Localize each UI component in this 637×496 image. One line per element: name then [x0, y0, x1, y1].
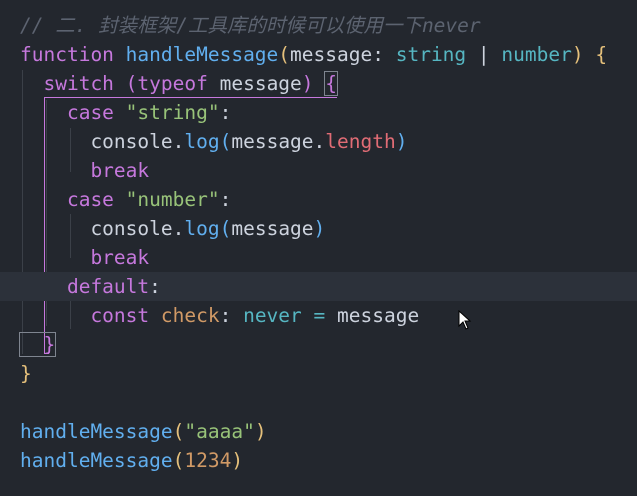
code-token: string [395, 43, 467, 66]
code-line[interactable]: console.log(message.length) [20, 127, 637, 156]
code-token: "aaaa" [184, 420, 255, 443]
code-token: ) [231, 449, 244, 472]
code-token: } [18, 332, 57, 357]
code-token: case [20, 188, 126, 211]
code-line[interactable]: case "number": [20, 185, 637, 214]
code-token: ( [219, 130, 232, 153]
code-editor[interactable]: // 二. 封装框架/工具库的时候可以使用一下never function han… [0, 0, 637, 496]
code-token: handleMessage [125, 43, 279, 66]
code-line[interactable]: console.log(message) [20, 214, 637, 243]
code-token: typeof [137, 72, 220, 95]
code-line[interactable]: switch (typeof message) { [20, 69, 637, 98]
code-token: { [595, 43, 608, 66]
code-token: : [372, 43, 396, 66]
code-token: : [219, 304, 244, 327]
code-token: ) [313, 217, 326, 240]
code-line[interactable]: default: [0, 272, 637, 301]
code-token: "string" [125, 101, 220, 124]
code-token: message [219, 72, 302, 95]
code-line[interactable]: function handleMessage(message: string |… [20, 40, 637, 69]
code-token: break [20, 246, 150, 269]
code-token: message [290, 43, 373, 66]
code-token: ( [172, 420, 185, 443]
code-line[interactable]: break [20, 156, 637, 185]
code-line[interactable]: } [20, 359, 637, 388]
code-token: . [172, 217, 185, 240]
code-token: ( [278, 43, 291, 66]
code-token: : [149, 275, 161, 298]
code-token: switch [20, 72, 126, 95]
code-token: break [20, 159, 150, 182]
code-token: . [172, 130, 185, 153]
code-token: ) [395, 130, 408, 153]
code-token: : [219, 101, 232, 124]
code-line[interactable]: handleMessage("aaaa") [20, 417, 637, 446]
code-token: "number" [125, 188, 220, 211]
code-token: ) [254, 420, 267, 443]
code-line[interactable]: const check: never = message [20, 301, 637, 330]
code-token: case [20, 101, 126, 124]
code-token: = [301, 304, 338, 327]
code-line[interactable]: handleMessage(1234) [20, 446, 637, 475]
code-token: handleMessage [20, 449, 173, 472]
code-line[interactable]: case "string": [20, 98, 637, 127]
code-token: message [231, 130, 314, 153]
mouse-pointer-icon [458, 310, 472, 330]
code-token: } [20, 362, 32, 385]
code-token: | [466, 43, 502, 66]
code-token: number [501, 43, 572, 66]
code-token: console [20, 217, 173, 240]
code-token: ) [301, 72, 326, 95]
code-line[interactable]: break [20, 243, 637, 272]
code-token: check [160, 304, 220, 327]
code-token: // 二. 封装框架/工具库的时候可以使用一下never [20, 14, 481, 37]
code-token: 1234 [184, 449, 232, 472]
code-token: never [243, 304, 302, 327]
code-token: handleMessage [20, 420, 173, 443]
code-token: length [325, 130, 396, 153]
code-token: default [20, 275, 150, 298]
code-token: log [184, 217, 220, 240]
code-line[interactable] [20, 388, 637, 417]
code-token: ( [219, 217, 232, 240]
code-line[interactable]: } [18, 330, 637, 359]
code-token: message [337, 304, 420, 327]
code-token: { [324, 71, 339, 96]
code-token: function [20, 43, 126, 66]
code-token: . [313, 130, 326, 153]
code-token: ( [125, 72, 138, 95]
code-token: : [219, 188, 232, 211]
code-token: const [20, 304, 161, 327]
code-line[interactable]: // 二. 封装框架/工具库的时候可以使用一下never [20, 11, 637, 40]
code-token: ( [172, 449, 185, 472]
code-token: message [231, 217, 314, 240]
code-token: console [20, 130, 173, 153]
code-token: ) [571, 43, 596, 66]
code-token: log [184, 130, 220, 153]
